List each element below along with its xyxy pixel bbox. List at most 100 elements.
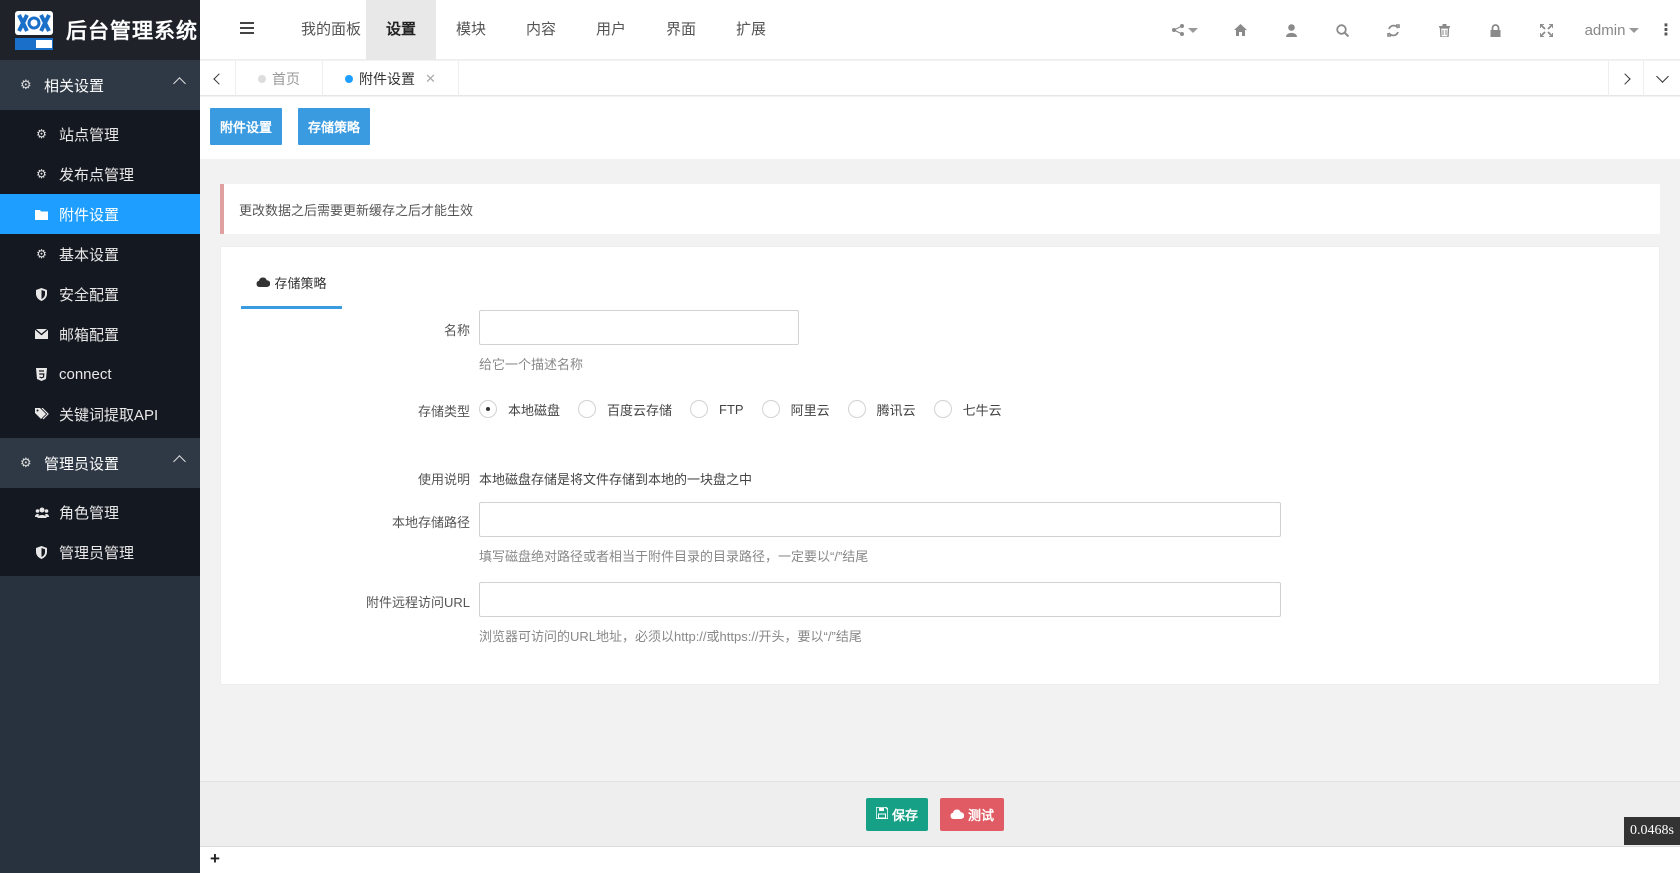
gear-icon: ⚙ xyxy=(36,127,47,141)
panel-tab-label: 存储策略 xyxy=(274,276,327,291)
radio-label: 腾讯云 xyxy=(876,402,916,418)
top-nav-content[interactable]: 内容 xyxy=(506,0,576,60)
bottom-bar: + xyxy=(200,846,1680,873)
close-icon[interactable]: ✕ xyxy=(425,71,436,87)
tab-dot xyxy=(345,74,353,83)
share-icon[interactable] xyxy=(1155,0,1215,60)
refresh-icon[interactable] xyxy=(1368,0,1419,60)
tags-icon xyxy=(34,408,49,420)
local-path-label: 本地存储路径 xyxy=(391,515,470,530)
save-icon xyxy=(875,806,889,822)
sidebar-item-site[interactable]: ⚙ 站点管理 xyxy=(0,114,200,154)
radio-ftp[interactable]: FTP xyxy=(690,400,744,418)
tab-storage-policy[interactable]: 存储策略 xyxy=(241,259,342,309)
sidebar-item-security[interactable]: 安全配置 xyxy=(0,274,200,314)
radio-circle xyxy=(761,400,780,418)
tab-dot xyxy=(258,74,266,83)
users-icon xyxy=(34,507,49,518)
top-nav: 我的面板 设置 模块 内容 用户 界面 扩展 xyxy=(296,0,786,60)
sidebar-item-basic[interactable]: ⚙ 基本设置 xyxy=(0,234,200,274)
user-icon[interactable] xyxy=(1266,0,1317,60)
tabs-menu-button[interactable] xyxy=(1644,61,1680,96)
remote-url-hint: 浏览器可访问的URL地址，必须以http://或https://开头，要以“/”… xyxy=(479,629,862,644)
tab-label: 附件设置 xyxy=(359,70,415,87)
storage-type-label: 存储类型 xyxy=(417,404,470,419)
radio-circle xyxy=(479,400,497,418)
plus-icon[interactable]: + xyxy=(210,849,220,869)
sidebar-item-connect[interactable]: connect xyxy=(0,354,200,394)
sidebar-item-keyword-api[interactable]: 关键词提取API xyxy=(0,394,200,434)
chevron-down-icon xyxy=(1655,69,1669,83)
chevron-right-icon xyxy=(1618,72,1631,85)
radio-qiniu-cloud[interactable]: 七牛云 xyxy=(933,400,1002,419)
sidebar-item-label: connect xyxy=(59,365,112,383)
app-title: 后台管理系统 xyxy=(66,20,198,43)
usage-text: 本地磁盘存储是将文件存储到本地的一块盘之中 xyxy=(479,472,753,487)
alert-text: 更改数据之后需要更新缓存之后才能生效 xyxy=(239,202,474,218)
local-path-hint: 填写磁盘绝对路径或者相当于附件目录的目录路径，一定要以“/”结尾 xyxy=(479,549,869,564)
tab-label: 首页 xyxy=(272,70,300,87)
tab-home[interactable]: 首页 xyxy=(236,61,323,96)
tabs-scroll-right-button[interactable] xyxy=(1608,61,1644,96)
tab-attachment-settings[interactable]: 附件设置 ✕ xyxy=(323,61,459,96)
radio-aliyun[interactable]: 阿里云 xyxy=(761,400,830,419)
cache-notice: 更改数据之后需要更新缓存之后才能生效 xyxy=(220,184,1660,234)
save-button[interactable]: 保存 xyxy=(866,798,929,831)
top-nav-interface[interactable]: 界面 xyxy=(646,0,716,60)
page-tab-bar: 首页 附件设置 ✕ xyxy=(200,61,1680,96)
lock-icon[interactable] xyxy=(1470,0,1521,60)
caret-down-icon xyxy=(1188,27,1198,33)
top-nav-modules[interactable]: 模块 xyxy=(436,0,506,60)
tabs-scroll-left-button[interactable] xyxy=(200,61,236,96)
sidebar-item-roles[interactable]: 角色管理 xyxy=(0,492,200,532)
more-vertical-icon[interactable]: ⋮ xyxy=(1652,0,1680,60)
sidebar-group-related-settings[interactable]: ⚙ 相关设置 xyxy=(0,60,200,110)
test-label: 测试 xyxy=(968,808,995,823)
sidebar-item-label: 附件设置 xyxy=(59,206,120,224)
sidebar-item-mail[interactable]: 邮箱配置 xyxy=(0,314,200,354)
page-load-timer: 0.0468s xyxy=(1624,817,1680,845)
top-nav-settings[interactable]: 设置 xyxy=(366,0,436,60)
sidebar-item-publish-point[interactable]: ⚙ 发布点管理 xyxy=(0,154,200,194)
menu-toggle-icon[interactable] xyxy=(240,22,254,36)
sidebar-item-label: 安全配置 xyxy=(59,286,120,304)
cloud-icon xyxy=(950,808,965,822)
radio-tencent-cloud[interactable]: 腾讯云 xyxy=(847,400,916,419)
sub-button-strip: 附件设置 存储策略 xyxy=(200,97,1680,159)
top-nav-extensions[interactable]: 扩展 xyxy=(716,0,786,60)
top-nav-dashboard[interactable]: 我的面板 xyxy=(296,0,366,60)
radio-label: 阿里云 xyxy=(790,402,830,418)
test-button[interactable]: 测试 xyxy=(940,798,1005,831)
name-input[interactable] xyxy=(479,310,799,345)
sidebar-item-attachment[interactable]: 附件设置 xyxy=(0,194,200,234)
attachment-settings-button[interactable]: 附件设置 xyxy=(210,108,283,145)
sidebar-item-label: 管理员管理 xyxy=(59,544,135,562)
radio-baidu-cloud[interactable]: 百度云存储 xyxy=(578,400,672,419)
logo[interactable]: 后台管理系统 xyxy=(0,0,200,60)
chevron-up-icon xyxy=(173,77,186,90)
radio-label: 百度云存储 xyxy=(607,402,673,418)
sidebar-item-label: 邮箱配置 xyxy=(59,326,120,344)
sidebar-group-label: 相关设置 xyxy=(44,77,105,95)
remote-url-input[interactable] xyxy=(479,582,1281,617)
name-label: 名称 xyxy=(443,323,470,338)
sidebar-item-label: 发布点管理 xyxy=(59,166,135,184)
top-header: 我的面板 设置 模块 内容 用户 界面 扩展 admin ⋮ xyxy=(200,0,1680,60)
shield-icon xyxy=(34,287,49,301)
remote-url-label: 附件远程访问URL xyxy=(365,595,470,610)
sidebar-item-admins[interactable]: 管理员管理 xyxy=(0,532,200,572)
home-icon[interactable] xyxy=(1215,0,1266,60)
radio-local-disk[interactable]: 本地磁盘 xyxy=(479,400,560,419)
top-nav-users[interactable]: 用户 xyxy=(576,0,646,60)
sidebar-group-admin-settings[interactable]: ⚙ 管理员设置 xyxy=(0,438,200,488)
storage-policy-button[interactable]: 存储策略 xyxy=(298,108,371,145)
storage-policy-panel: 存储策略 名称 给它一个描述名称 存储类型 本地磁盘 百度云存储 FTP 阿里云… xyxy=(220,246,1660,685)
trash-icon[interactable] xyxy=(1419,0,1470,60)
user-menu[interactable]: admin xyxy=(1572,0,1652,60)
cogs-icon: ⚙ xyxy=(36,167,47,181)
local-path-input[interactable] xyxy=(479,502,1281,537)
cogs-icon: ⚙ xyxy=(20,77,32,92)
chevron-up-icon xyxy=(173,455,186,468)
fullscreen-icon[interactable] xyxy=(1521,0,1572,60)
search-icon[interactable] xyxy=(1317,0,1368,60)
